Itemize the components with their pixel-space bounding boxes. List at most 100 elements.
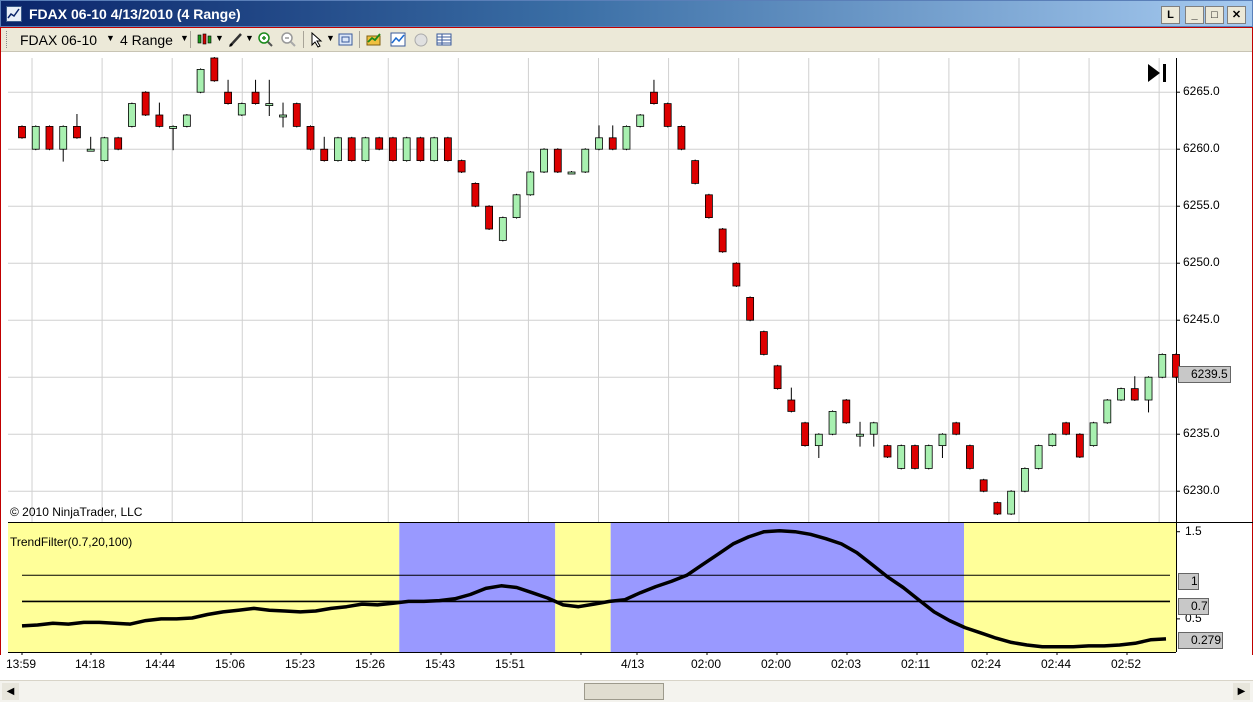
candle-body [663, 103, 672, 127]
candle-body [966, 445, 974, 469]
time-axis-label: 15:06 [215, 657, 246, 671]
candle-body [416, 137, 425, 162]
indicator-level-marker: 0.7 [1178, 598, 1209, 615]
price-axis-label: 6235.0 [1183, 426, 1220, 441]
last-price-marker: 6239.5 [1178, 366, 1231, 383]
scroll-left-button[interactable]: ◀ [2, 683, 19, 700]
candle-body [869, 422, 878, 435]
candle-body [375, 137, 384, 150]
candle-body [732, 262, 741, 287]
candle-body [595, 137, 603, 150]
candle-body [512, 194, 521, 219]
candle-body [361, 137, 370, 162]
candle-body [814, 433, 823, 447]
candle-body [306, 126, 315, 150]
candle-body [31, 126, 40, 150]
candle-body [45, 126, 54, 150]
candle-body [553, 148, 562, 173]
candle-body [73, 126, 81, 139]
candle-body [1144, 376, 1153, 401]
time-axis-label: 02:03 [831, 657, 862, 671]
candle-body [251, 91, 260, 105]
candle-body [883, 445, 892, 458]
candle-body [141, 91, 150, 116]
copyright-text: © 2010 NinjaTrader, LLC [10, 505, 143, 519]
candle-body [608, 137, 617, 150]
trend-zone [399, 523, 556, 652]
time-axis-label: 14:44 [145, 657, 176, 671]
candle-body [622, 126, 631, 150]
candle-body [1075, 433, 1084, 458]
time-axis-label: 02:00 [761, 657, 792, 671]
time-axis-label: 14:18 [75, 657, 106, 671]
candle-body [911, 445, 919, 469]
trend-zone [610, 523, 965, 652]
candle-body [828, 411, 837, 435]
candle-body [18, 126, 26, 139]
candle-body [155, 114, 164, 127]
price-axis-label: 6255.0 [1183, 198, 1220, 213]
price-axis-label: 6250.0 [1183, 255, 1220, 270]
candle-body [1117, 388, 1125, 401]
time-axis-label: 02:24 [971, 657, 1002, 671]
candle-body [224, 91, 232, 105]
price-axis-label: 6260.0 [1183, 141, 1220, 156]
candle-body [1020, 468, 1029, 492]
time-axis-label: 02:52 [1111, 657, 1142, 671]
price-axis-label: 6245.0 [1183, 312, 1220, 327]
candle-body [471, 183, 480, 207]
candle-body [842, 399, 851, 424]
candle-body [1158, 354, 1167, 378]
candle-body [1007, 490, 1016, 515]
time-axis-label: 15:51 [495, 657, 526, 671]
candle-body [526, 171, 535, 196]
time-axis-label: 4/13 [621, 657, 645, 671]
price-axis-label: 6230.0 [1183, 483, 1220, 498]
candle-body [1103, 399, 1112, 424]
indicator-axis-label: 1.5 [1185, 523, 1202, 538]
candle-body [993, 502, 1002, 515]
candle-body [169, 126, 178, 129]
candle-body [59, 126, 68, 150]
candle-body [443, 137, 452, 162]
candle-body [677, 126, 686, 150]
candle-body [540, 148, 548, 173]
candle-body [237, 103, 246, 116]
indicator-level-marker: 1 [1178, 573, 1199, 590]
candle-body [114, 137, 123, 150]
price-chart[interactable] [0, 0, 1253, 655]
price-axis-label: 6265.0 [1183, 84, 1220, 99]
candle-body [636, 114, 645, 127]
horizontal-scrollbar[interactable]: ◀ ▶ [0, 680, 1253, 702]
candle-body [938, 433, 947, 447]
go-to-end-icon[interactable] [1146, 62, 1170, 84]
candle-body [320, 148, 329, 162]
candle-body [924, 445, 933, 469]
candle-body [705, 194, 713, 219]
scroll-right-button[interactable]: ▶ [1233, 683, 1250, 700]
candle-body [196, 69, 205, 93]
candle-body [897, 445, 906, 469]
indicator-value-marker: 0.279 [1178, 632, 1223, 649]
candle-body [182, 114, 191, 127]
indicator-label: TrendFilter(0.7,20,100) [10, 535, 133, 549]
scrollbar-thumb[interactable] [584, 683, 664, 700]
candle-body [746, 297, 755, 321]
candle-body [952, 422, 961, 435]
time-axis-label: 15:23 [285, 657, 316, 671]
candle-body [498, 217, 507, 241]
candle-body [457, 160, 466, 173]
trend-zone [555, 523, 611, 652]
candle-body [801, 422, 809, 447]
time-axis-label: 02:44 [1041, 657, 1072, 671]
candle-body [86, 148, 95, 152]
time-axis-label: 15:43 [425, 657, 456, 671]
candle-body [485, 205, 493, 230]
candle-body [292, 103, 301, 127]
candle-body [1062, 422, 1070, 435]
candle-body [691, 160, 700, 184]
candle-body [334, 137, 342, 162]
trend-zone [964, 523, 1176, 652]
candle-body [1130, 388, 1139, 401]
time-axis-label: 15:26 [355, 657, 386, 671]
